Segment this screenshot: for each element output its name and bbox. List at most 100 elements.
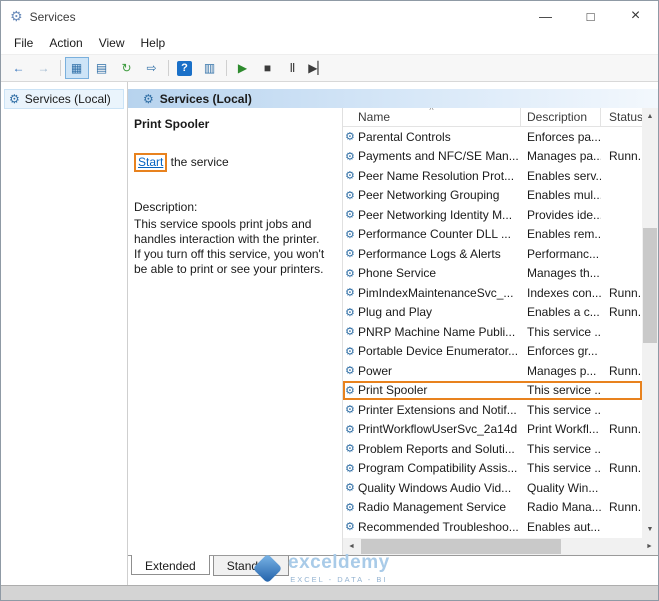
service-gear-icon: ⚙ [345, 228, 355, 241]
service-gear-icon: ⚙ [345, 189, 355, 202]
service-description: Manages th... [527, 266, 600, 281]
start-service-link[interactable]: Start [138, 155, 163, 169]
back-button[interactable]: ← [7, 57, 31, 79]
table-row[interactable]: ⚙ PimIndexMaintenanceSvc_... Indexes con… [343, 283, 642, 303]
service-description: Enables aut... [527, 519, 601, 534]
table-row[interactable]: ⚙ PNRP Machine Name Publi... This servic… [343, 322, 642, 342]
service-name: Radio Management Service [358, 500, 507, 515]
column-header-status[interactable]: Status [601, 108, 642, 126]
service-name: PNRP Machine Name Publi... [358, 324, 516, 339]
refresh-button[interactable]: ↻ [115, 57, 139, 79]
minimize-button[interactable]: — [523, 1, 568, 31]
service-status: Runn... [609, 422, 642, 437]
export-list-icon: ⇨ [146, 61, 157, 75]
service-status: Runn... [609, 500, 642, 515]
column-header-name[interactable]: ^ Name [343, 108, 521, 126]
table-row[interactable]: ⚙ Problem Reports and Soluti... This ser… [343, 439, 642, 459]
service-gear-icon: ⚙ [345, 384, 355, 397]
vertical-scrollbar-thumb[interactable] [643, 228, 657, 343]
service-name: Printer Extensions and Notif... [358, 402, 517, 417]
services-app-icon: ⚙ [10, 8, 23, 24]
table-row[interactable]: ⚙ Peer Name Resolution Prot... Enables s… [343, 166, 642, 186]
scroll-down-icon[interactable]: ▼ [642, 521, 658, 538]
view-tab[interactable]: Extended [131, 555, 210, 575]
table-row[interactable]: ⚙ Printer Extensions and Notif... This s… [343, 400, 642, 420]
service-name: Print Spooler [358, 383, 428, 398]
table-row[interactable]: ⚙ Performance Counter DLL ... Enables re… [343, 225, 642, 245]
table-row[interactable]: ⚙ Parental Controls Enforces pa... [343, 127, 642, 147]
maximize-button[interactable]: □ [568, 1, 613, 31]
restart-service-button[interactable]: ▶▏ [306, 57, 330, 79]
extended-view-content: Print Spooler Start the service Descript… [128, 108, 658, 555]
watermark-brand: exceldemy [288, 552, 390, 573]
help-button[interactable]: ? [173, 57, 197, 79]
sort-ascending-icon: ^ [429, 108, 434, 115]
show-console-tree-button[interactable]: ▦ [64, 57, 89, 79]
service-gear-icon: ⚙ [345, 423, 355, 436]
header-gear-icon: ⚙ [143, 91, 154, 106]
service-description-pane: Print Spooler Start the service Descript… [128, 108, 343, 555]
table-row[interactable]: ⚙ PrintWorkflowUserSvc_2a14d Print Workf… [343, 420, 642, 440]
vertical-scrollbar[interactable]: ▲ ▼ [642, 108, 658, 538]
table-row[interactable]: ⚙ Portable Device Enumerator... Enforces… [343, 342, 642, 362]
service-gear-icon: ⚙ [345, 150, 355, 163]
services-local-header: ⚙ Services (Local) [128, 89, 658, 108]
extended-view-button[interactable]: ▥ [198, 57, 222, 79]
service-description: This service ... [527, 402, 601, 417]
service-name: PrintWorkflowUserSvc_2a14d [358, 422, 518, 437]
tree-item-label: Services (Local) [24, 92, 111, 106]
table-row[interactable]: ⚙ Performance Logs & Alerts Performanc..… [343, 244, 642, 264]
table-row[interactable]: ⚙ Recommended Troubleshoo... Enables aut… [343, 517, 642, 537]
service-gear-icon: ⚙ [345, 365, 355, 378]
stop-service-button[interactable]: ■ [256, 57, 280, 79]
export-list-button[interactable]: ⇨ [140, 57, 164, 79]
table-row[interactable]: ⚙ Payments and NFC/SE Man... Manages pa.… [343, 147, 642, 167]
start-service-button[interactable]: ▶ [231, 57, 255, 79]
service-description: Enforces pa... [527, 129, 601, 144]
table-header-row: ^ Name Description Status [343, 108, 642, 127]
service-gear-icon: ⚙ [345, 209, 355, 222]
table-row[interactable]: ⚙ Phone Service Manages th... [343, 264, 642, 284]
service-action-line: Start the service [134, 153, 334, 172]
tree-item-services-local[interactable]: ⚙ Services (Local) [4, 89, 124, 109]
service-description: Quality Win... [527, 480, 599, 495]
table-row[interactable]: ⚙ Plug and Play Enables a c... Runn... [343, 303, 642, 323]
service-description: This service ... [527, 324, 601, 339]
service-name: Peer Networking Grouping [358, 188, 500, 203]
service-description: Enables rem... [527, 227, 601, 242]
horizontal-scrollbar-thumb[interactable] [361, 539, 561, 554]
service-gear-icon: ⚙ [345, 131, 355, 144]
service-gear-icon: ⚙ [345, 443, 355, 456]
horizontal-scrollbar[interactable]: ◄ ► [343, 538, 658, 555]
service-description: This service ... [527, 461, 601, 476]
scroll-right-icon[interactable]: ► [641, 538, 658, 555]
properties-button[interactable]: ▤ [90, 57, 114, 79]
stop-service-icon: ■ [263, 61, 272, 75]
table-row[interactable]: ⚙ Quality Windows Audio Vid... Quality W… [343, 478, 642, 498]
service-name: Power [358, 363, 393, 378]
table-row[interactable]: ⚙ Power Manages p... Runn... [343, 361, 642, 381]
menu-item[interactable]: View [91, 33, 133, 53]
pause-service-button[interactable]: Ⅱ [281, 57, 305, 79]
column-header-description[interactable]: Description [521, 108, 601, 126]
table-row[interactable]: ⚙ Radio Management Service Radio Mana...… [343, 498, 642, 518]
table-row[interactable]: ⚙ Peer Networking Identity M... Provides… [343, 205, 642, 225]
table-row[interactable]: ⚙ Peer Networking Grouping Enables mul..… [343, 186, 642, 206]
window-title: Services [29, 9, 76, 24]
table-row[interactable]: ⚙ Print Spooler This service ... [343, 381, 642, 401]
table-row[interactable]: ⚙ Program Compatibility Assis... This se… [343, 459, 642, 479]
menu-item[interactable]: Help [133, 33, 174, 53]
close-button[interactable]: × [613, 1, 658, 31]
menu-item[interactable]: File [6, 33, 41, 53]
column-label: Name [358, 110, 391, 124]
back-icon: ← [12, 61, 25, 75]
refresh-icon: ↻ [121, 61, 132, 75]
forward-button[interactable]: → [32, 57, 56, 79]
menu-item[interactable]: Action [41, 33, 90, 53]
service-description: Enables mul... [527, 188, 601, 203]
services-list: ⚙ Parental Controls Enforces pa... ⚙ Pay… [343, 127, 642, 538]
service-gear-icon: ⚙ [345, 248, 355, 261]
service-description: This service ... [527, 383, 601, 398]
scroll-up-icon[interactable]: ▲ [642, 108, 658, 125]
service-name: Problem Reports and Soluti... [358, 441, 515, 456]
